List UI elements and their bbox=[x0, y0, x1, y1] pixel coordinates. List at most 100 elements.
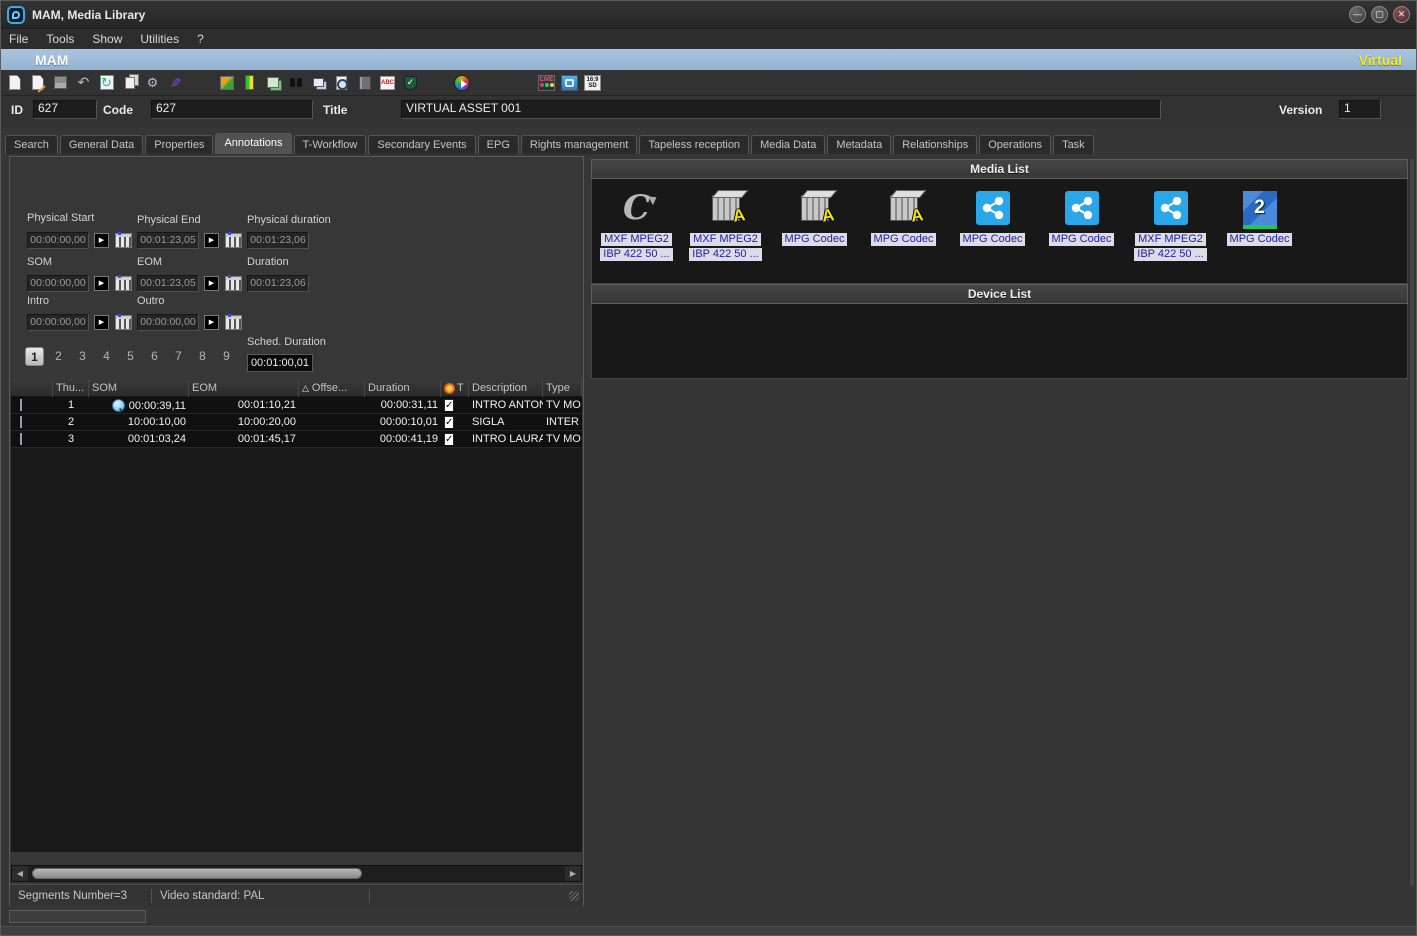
physical-end-film-button[interactable] bbox=[225, 233, 242, 248]
col-eom[interactable]: EOM bbox=[189, 380, 299, 397]
tab-properties[interactable]: Properties bbox=[145, 135, 213, 154]
eom-film-button[interactable] bbox=[225, 276, 242, 291]
color-bars-icon[interactable] bbox=[241, 74, 258, 91]
id-field[interactable]: 627 bbox=[33, 100, 97, 119]
col-transition[interactable]: T bbox=[441, 380, 469, 397]
search-binoculars-icon[interactable] bbox=[287, 74, 304, 91]
tab-search[interactable]: Search bbox=[5, 135, 58, 154]
col-type[interactable]: Type bbox=[543, 380, 582, 397]
code-field[interactable]: 627 bbox=[151, 100, 313, 119]
segment-button-3[interactable]: 3 bbox=[73, 347, 92, 366]
tab-tapeless-reception[interactable]: Tapeless reception bbox=[639, 135, 749, 154]
transition-checkbox[interactable]: ✓ bbox=[444, 399, 454, 411]
scrollbar-thumb[interactable] bbox=[32, 868, 362, 879]
save-icon[interactable] bbox=[52, 74, 69, 91]
menu-help[interactable]: ? bbox=[197, 32, 204, 46]
tab-operations[interactable]: Operations bbox=[979, 135, 1051, 154]
layers-icon[interactable] bbox=[310, 74, 327, 91]
horizontal-scrollbar[interactable]: ◀ ▶ bbox=[11, 865, 582, 882]
copy-icon[interactable] bbox=[121, 74, 138, 91]
preview-document-icon[interactable] bbox=[333, 74, 350, 91]
menu-show[interactable]: Show bbox=[92, 32, 122, 46]
vertical-scrollbar[interactable] bbox=[1409, 159, 1414, 886]
refresh-icon[interactable]: ↻ bbox=[98, 74, 115, 91]
media-item[interactable]: MPG Codec bbox=[948, 187, 1037, 261]
media-item[interactable]: A MXF MPEG2IBP 422 50 ... bbox=[681, 187, 770, 261]
intro-play-button[interactable]: ▶ bbox=[94, 315, 109, 330]
version-field[interactable]: 1 bbox=[1339, 100, 1381, 119]
physical-start-film-button[interactable] bbox=[115, 233, 132, 248]
media-item[interactable]: MPG Codec bbox=[1037, 187, 1126, 261]
menu-utilities[interactable]: Utilities bbox=[140, 32, 179, 46]
sched-duration-field[interactable]: 00:01:00,01 bbox=[247, 354, 313, 372]
segment-button-1[interactable]: 1 bbox=[25, 347, 44, 366]
publish-icon[interactable]: ✓ bbox=[402, 74, 419, 91]
physical-end-field[interactable]: 00:01:23,05 bbox=[137, 232, 199, 249]
som-film-button[interactable] bbox=[115, 276, 132, 291]
physical-start-field[interactable]: 00:00:00,00 bbox=[27, 232, 89, 249]
table-row[interactable]: 3 00:01:03,24 00:01:45,17 00:00:41,19 ✓ … bbox=[11, 431, 582, 448]
tv-monitor-icon[interactable] bbox=[561, 74, 578, 91]
col-som[interactable]: SOM bbox=[89, 380, 189, 397]
edit-metadata-icon[interactable] bbox=[29, 74, 46, 91]
maximize-button[interactable]: ▢ bbox=[1371, 6, 1388, 23]
aspect-ratio-icon[interactable]: 16:9SD bbox=[584, 74, 601, 91]
col-description[interactable]: Description bbox=[469, 380, 543, 397]
tab-relationships[interactable]: Relationships bbox=[893, 135, 977, 154]
menu-file[interactable]: File bbox=[9, 32, 28, 46]
tab-media-data[interactable]: Media Data bbox=[751, 135, 825, 154]
media-item[interactable]: MXF MPEG2IBP 422 50 ... bbox=[1126, 187, 1215, 261]
media-item[interactable]: A MPG Codec bbox=[770, 187, 859, 261]
segment-button-6[interactable]: 6 bbox=[145, 347, 164, 366]
media-item[interactable]: A MPG Codec bbox=[859, 187, 948, 261]
som-play-button[interactable]: ▶ bbox=[94, 276, 109, 291]
segment-button-7[interactable]: 7 bbox=[169, 347, 188, 366]
title-field[interactable]: VIRTUAL ASSET 001 bbox=[401, 100, 1161, 119]
resize-grip-icon[interactable] bbox=[569, 891, 579, 901]
scroll-left-icon[interactable]: ◀ bbox=[12, 866, 28, 881]
undo-icon[interactable]: ↶ bbox=[75, 74, 92, 91]
tab-task[interactable]: Task bbox=[1053, 135, 1094, 154]
user-groups-icon[interactable]: ⚙ bbox=[144, 74, 161, 91]
segment-button-8[interactable]: 8 bbox=[193, 347, 212, 366]
menu-tools[interactable]: Tools bbox=[46, 32, 74, 46]
transition-checkbox[interactable]: ✓ bbox=[444, 433, 454, 445]
outro-field[interactable]: 00:00:00,00 bbox=[137, 314, 199, 331]
tab-secondary-events[interactable]: Secondary Events bbox=[368, 135, 475, 154]
som-field[interactable]: 00:00:00,00 bbox=[27, 275, 89, 292]
col-selector[interactable] bbox=[11, 380, 53, 397]
outro-play-button[interactable]: ▶ bbox=[204, 315, 219, 330]
media-player-icon[interactable] bbox=[453, 74, 470, 91]
close-button[interactable]: ✕ bbox=[1393, 6, 1410, 23]
eom-play-button[interactable]: ▶ bbox=[204, 276, 219, 291]
col-duration[interactable]: Duration bbox=[365, 380, 441, 397]
tab-metadata[interactable]: Metadata bbox=[827, 135, 891, 154]
scroll-right-icon[interactable]: ▶ bbox=[565, 866, 581, 881]
col-thumbnail[interactable]: Thu... bbox=[53, 380, 89, 397]
magic-wand-icon[interactable]: ✎ bbox=[167, 74, 184, 91]
intro-film-button[interactable] bbox=[115, 315, 132, 330]
segment-button-9[interactable]: 9 bbox=[217, 347, 236, 366]
live-icon[interactable]: LIVE bbox=[538, 74, 555, 91]
transition-checkbox[interactable]: ✓ bbox=[444, 416, 454, 428]
table-row[interactable]: 1 00:00:39,11 00:01:10,21 00:00:31,11 ✓ … bbox=[11, 397, 582, 414]
export-media-icon[interactable] bbox=[264, 74, 281, 91]
outro-film-button[interactable] bbox=[225, 315, 242, 330]
segment-button-2[interactable]: 2 bbox=[49, 347, 68, 366]
table-row[interactable]: 2 10:00:10,00 10:00:20,00 00:00:10,01 ✓ … bbox=[11, 414, 582, 431]
tab-annotations[interactable]: Annotations bbox=[215, 133, 291, 154]
segment-button-5[interactable]: 5 bbox=[121, 347, 140, 366]
minimize-button[interactable]: — bbox=[1349, 6, 1366, 23]
tab-epg[interactable]: EPG bbox=[478, 135, 519, 154]
log-book-icon[interactable] bbox=[356, 74, 373, 91]
media-item[interactable]: C MXF MPEG2IBP 422 50 ... bbox=[592, 187, 681, 261]
physical-end-play-button[interactable]: ▶ bbox=[204, 233, 219, 248]
new-document-icon[interactable] bbox=[6, 74, 23, 91]
video-settings-icon[interactable] bbox=[218, 74, 235, 91]
eom-field[interactable]: 00:01:23,05 bbox=[137, 275, 199, 292]
tab-t-workflow[interactable]: T-Workflow bbox=[294, 135, 367, 154]
physical-start-play-button[interactable]: ▶ bbox=[94, 233, 109, 248]
col-offset[interactable]: △Offse... bbox=[299, 380, 365, 397]
tab-general-data[interactable]: General Data bbox=[60, 135, 143, 154]
tab-rights-management[interactable]: Rights management bbox=[521, 135, 637, 154]
